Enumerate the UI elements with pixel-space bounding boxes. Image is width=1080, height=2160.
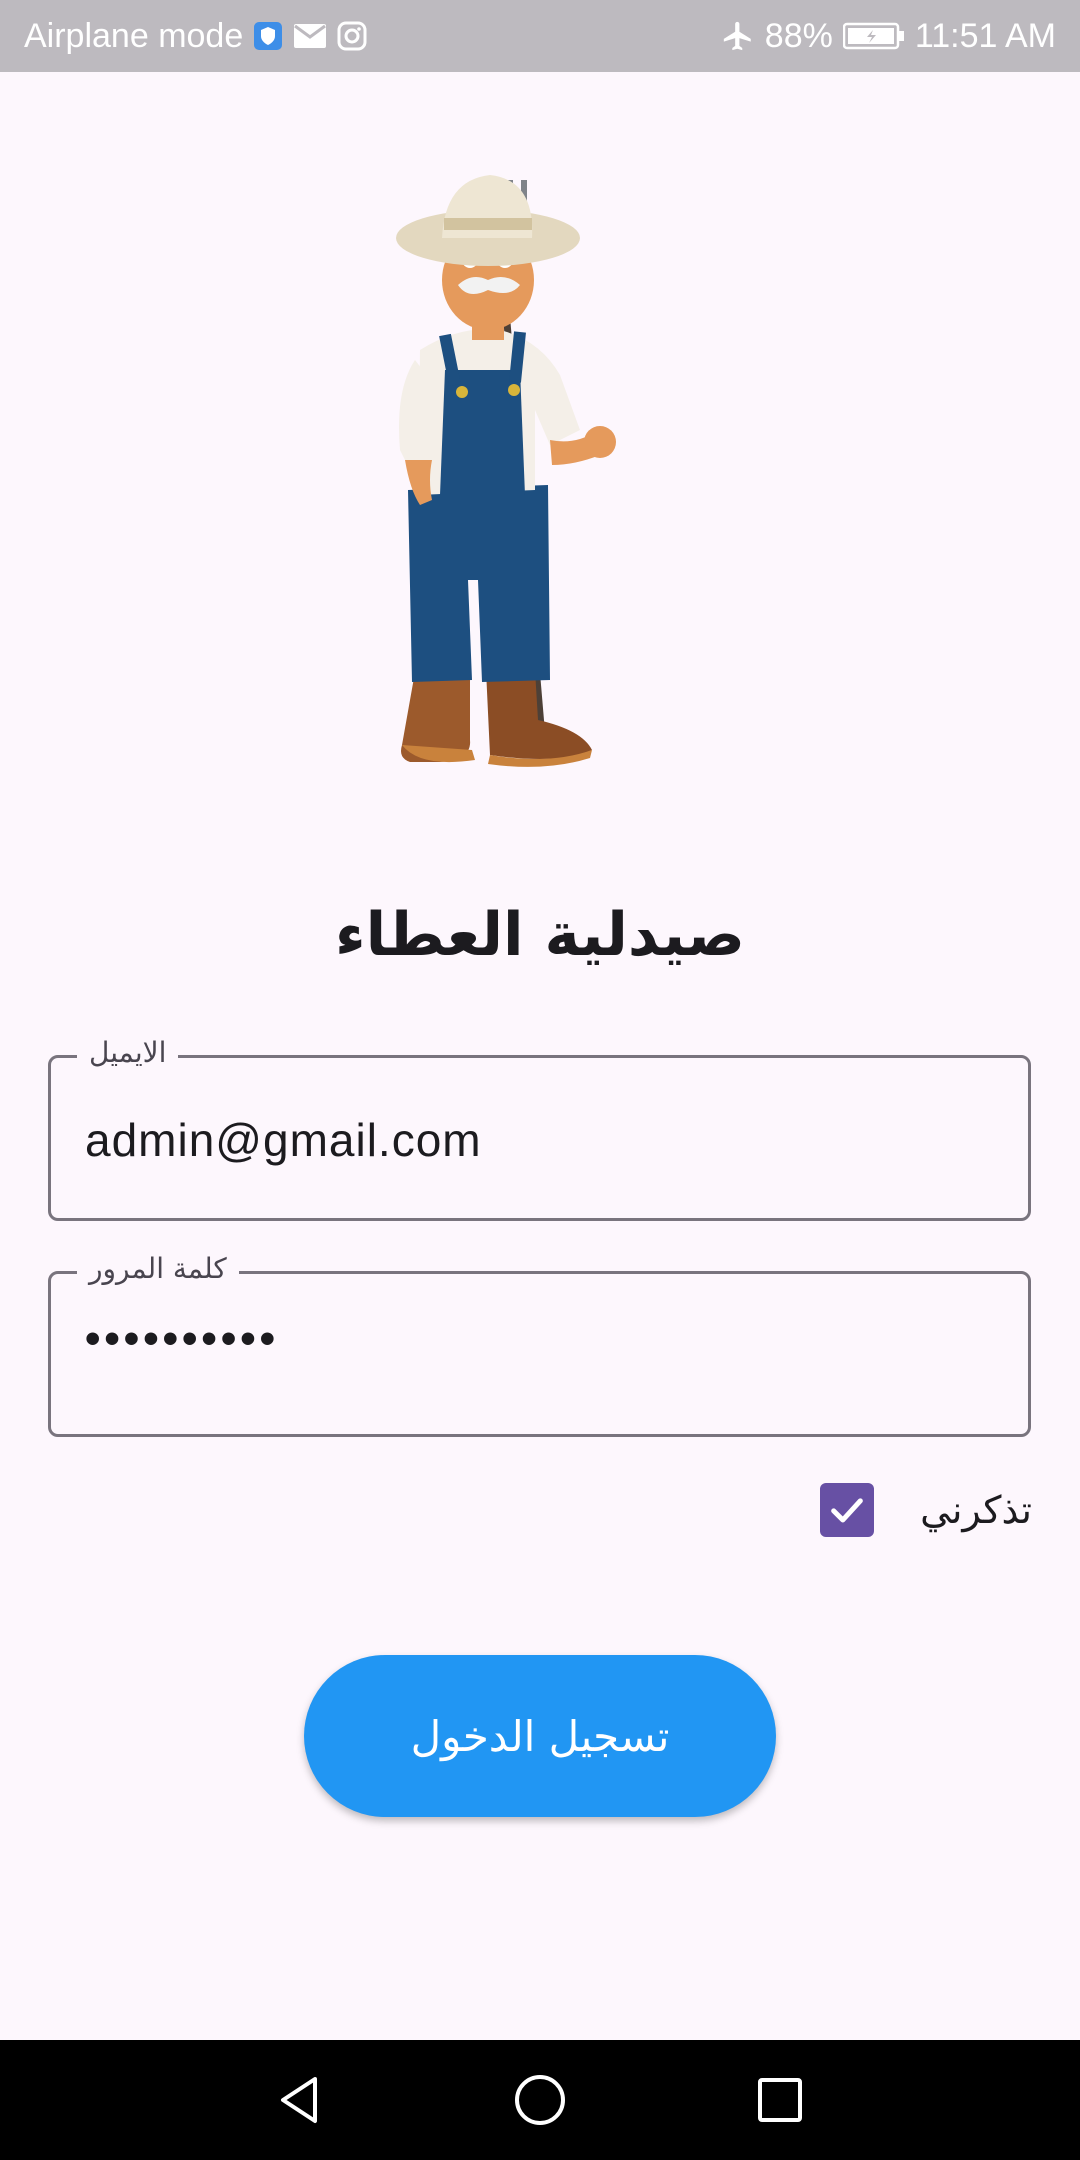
login-button[interactable]: تسجيل الدخول: [304, 1655, 776, 1817]
email-input[interactable]: admin@gmail.com: [85, 1113, 482, 1167]
remember-me-label: تذكرني: [920, 1488, 1032, 1532]
mail-icon: [293, 23, 327, 49]
home-button[interactable]: [480, 2040, 600, 2160]
recents-button[interactable]: [720, 2040, 840, 2160]
back-icon: [281, 2077, 317, 2123]
navigation-bar: [0, 2040, 1080, 2160]
home-icon: [515, 2075, 565, 2125]
remember-me-row[interactable]: تذكرني: [820, 1480, 1032, 1540]
password-field-label: كلمة المرور: [77, 1252, 239, 1285]
email-field-label: الايميل: [77, 1036, 179, 1069]
instagram-icon: [337, 21, 367, 51]
recents-icon: [758, 2078, 802, 2122]
check-icon: [831, 1498, 863, 1523]
password-input[interactable]: ••••••••••: [85, 1314, 279, 1364]
battery-icon: [842, 21, 905, 51]
airplane-icon: [721, 19, 755, 53]
clock: 11:51 AM: [914, 16, 1056, 55]
battery-percent: 88%: [764, 16, 833, 55]
back-button[interactable]: [240, 2040, 360, 2160]
email-field[interactable]: الايميل admin@gmail.com: [48, 1036, 1031, 1221]
app-title: صيدلية العطاء: [334, 900, 746, 970]
farmer-illustration: [360, 160, 720, 790]
shield-icon: [253, 21, 283, 51]
status-bar: Airplane mode 88% 11:51 AM: [0, 0, 1080, 72]
remember-me-checkbox[interactable]: [820, 1483, 875, 1537]
password-field[interactable]: كلمة المرور ••••••••••: [48, 1252, 1031, 1437]
airplane-mode-text: Airplane mode: [24, 16, 244, 55]
